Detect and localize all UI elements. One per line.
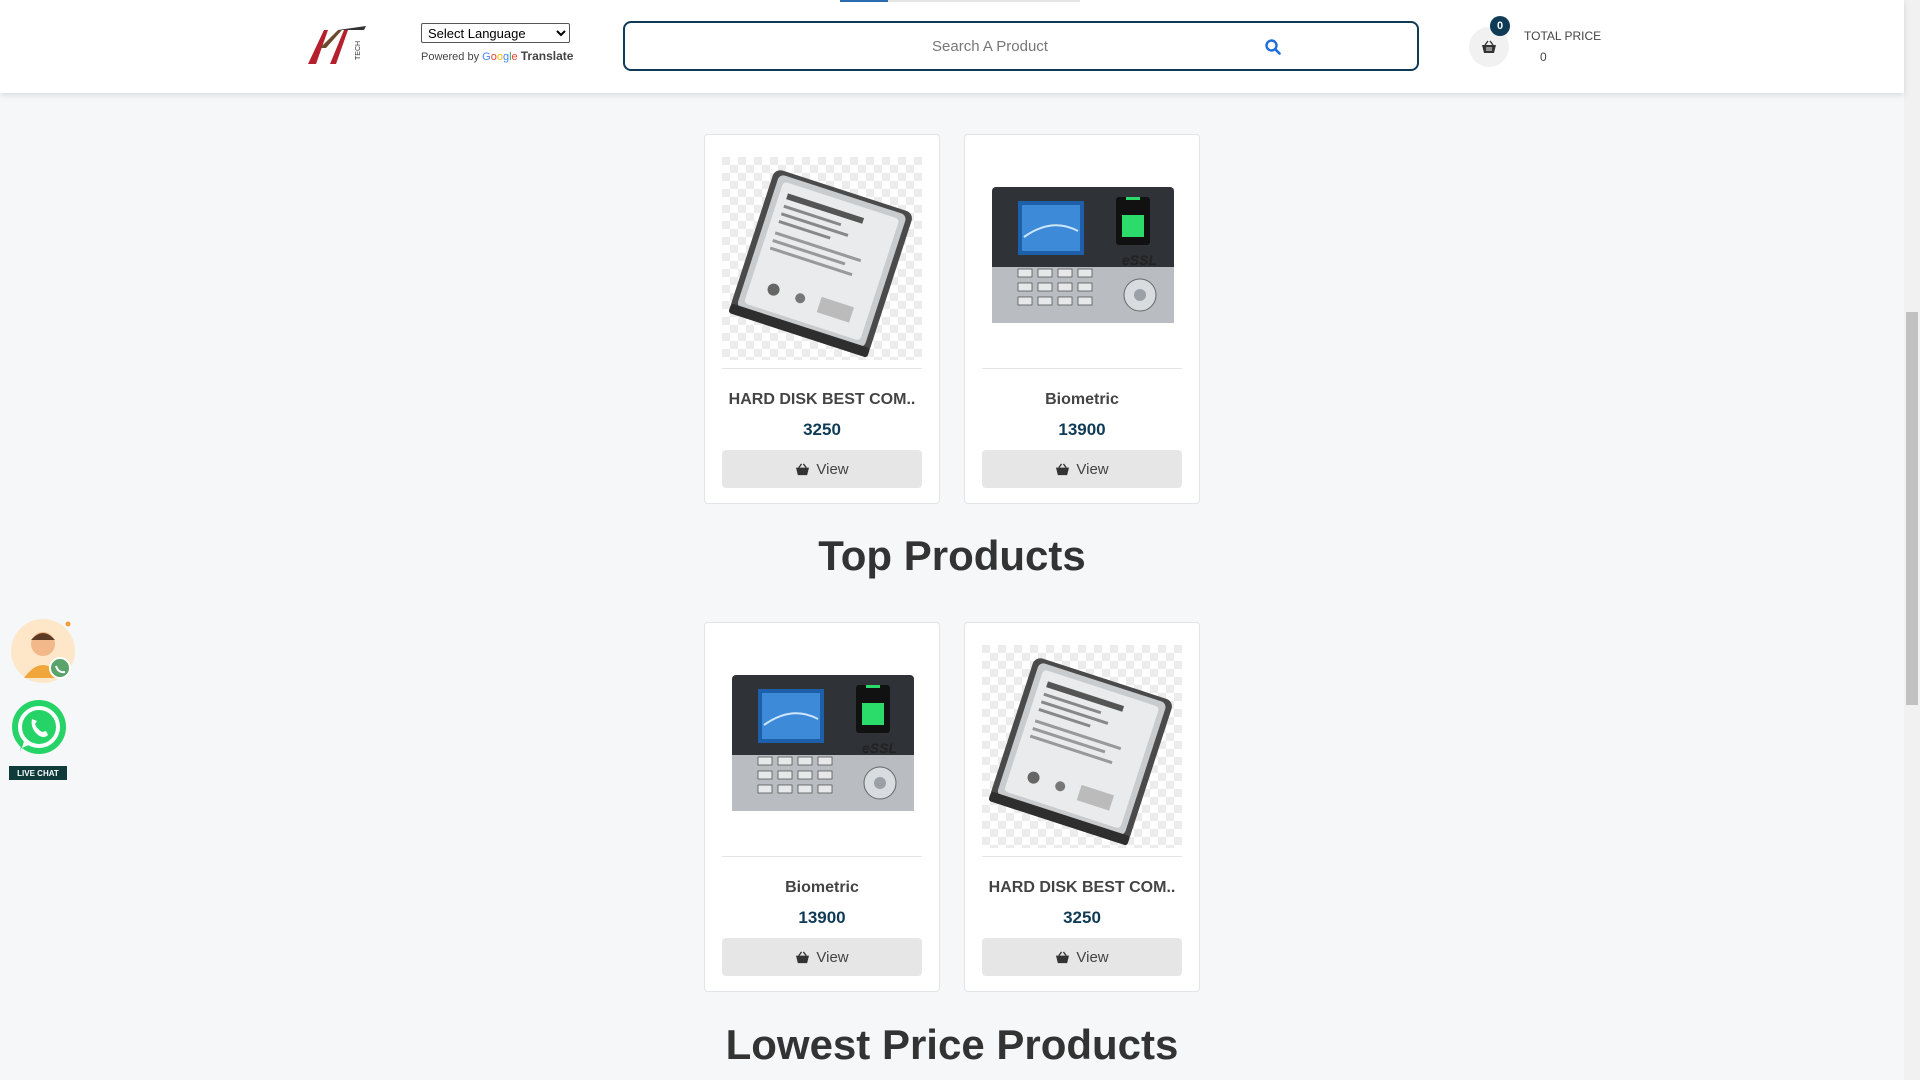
product-name[interactable]: Biometric [705, 879, 939, 897]
google-translate-widget: Select Language Powered by Google Transl… [421, 23, 573, 63]
view-button[interactable]: View [982, 450, 1182, 488]
product-price: 3250 [803, 420, 841, 439]
product-card[interactable]: HARD DISK BEST COM.. 3250 View [964, 622, 1200, 992]
total-price-label: TOTAL PRICE [1524, 29, 1602, 43]
basket-icon [796, 463, 810, 475]
product-name[interactable]: HARD DISK BEST COM.. [705, 391, 939, 409]
section-title-lowest-price-products: Lowest Price Products [725, 1021, 1179, 1068]
support-agent-avatar-icon[interactable] [10, 618, 76, 684]
view-button[interactable]: View [982, 938, 1182, 976]
basket-icon [796, 951, 810, 963]
basket-icon [1056, 951, 1070, 963]
total-price-value: 0 [1540, 50, 1547, 64]
product-price: 13900 [798, 908, 846, 927]
product-name[interactable]: Biometric [965, 391, 1199, 409]
basket-icon [1056, 463, 1070, 475]
product-card[interactable]: Biometric 13900 View [964, 134, 1200, 504]
powered-by-google-translate[interactable]: Powered by Google Translate [421, 49, 573, 63]
live-chat-label[interactable]: LIVE CHAT [9, 766, 67, 780]
search-bar [623, 21, 1419, 71]
language-select[interactable]: Select Language [421, 23, 570, 43]
whatsapp-icon[interactable] [10, 698, 68, 758]
scroll-progress-indicator [840, 0, 1080, 2]
product-image-biometric[interactable] [982, 157, 1182, 360]
site-logo[interactable]: TECH [304, 22, 370, 68]
scrollbar-thumb[interactable] [1906, 312, 1918, 705]
cart-count-badge: 0 [1490, 16, 1510, 36]
search-icon [1265, 39, 1281, 55]
svg-text:TECH: TECH [355, 41, 362, 60]
product-price: 13900 [1058, 420, 1106, 439]
product-price: 3250 [1063, 908, 1101, 927]
view-button[interactable]: View [722, 450, 922, 488]
product-image-hard-disk[interactable] [982, 645, 1182, 848]
search-button[interactable] [1259, 33, 1287, 61]
product-image-biometric[interactable] [722, 645, 922, 848]
section-title-top-products: Top Products [818, 532, 1086, 579]
product-card[interactable]: HARD DISK BEST COM.. 3250 View [704, 134, 940, 504]
site-header: TECH Select Language Powered by Google T… [0, 0, 1904, 93]
product-card[interactable]: Biometric 13900 View [704, 622, 940, 992]
search-input[interactable] [645, 31, 1335, 61]
basket-icon [1482, 40, 1496, 53]
product-name[interactable]: HARD DISK BEST COM.. [965, 879, 1199, 897]
view-button[interactable]: View [722, 938, 922, 976]
product-image-hard-disk[interactable] [722, 157, 922, 360]
